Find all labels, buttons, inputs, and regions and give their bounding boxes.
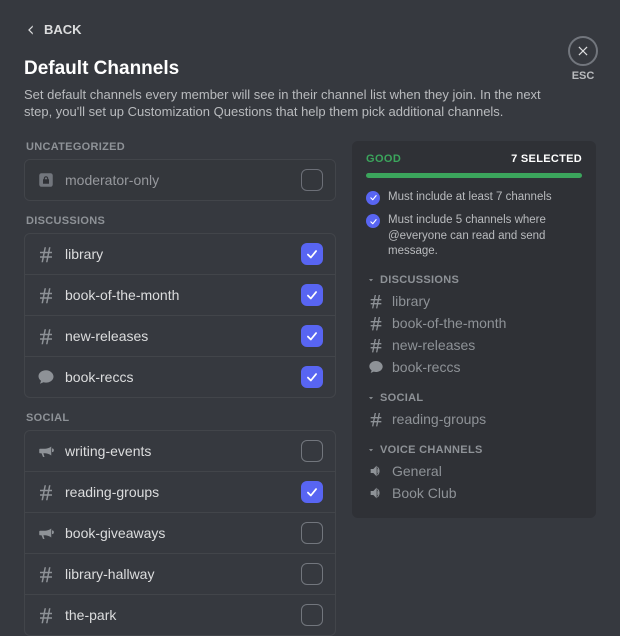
requirement-text: Must include 5 channels where @everyone … — [388, 213, 582, 260]
preview-item-book-of-the-month[interactable]: book-of-the-month — [366, 312, 582, 334]
preview-category-voice-channels[interactable]: VOICE CHANNELS — [366, 444, 582, 456]
hash-icon — [368, 411, 384, 427]
preview-item-label: book-reccs — [392, 359, 460, 375]
channel-row-book-reccs[interactable]: book-reccs — [25, 356, 335, 397]
preview-category-label: SOCIAL — [380, 392, 423, 404]
selected-count: 7 SELECTED — [511, 153, 582, 165]
requirement-item: Must include at least 7 channels — [366, 190, 582, 206]
hash-icon — [37, 565, 55, 583]
status-badge: GOOD — [366, 153, 401, 165]
channel-list: library book-of-the-month new-releases book… — [24, 233, 336, 398]
channel-name: book-of-the-month — [65, 287, 291, 303]
checkbox[interactable] — [301, 366, 323, 388]
lock-icon — [37, 171, 55, 189]
hash-icon — [37, 483, 55, 501]
arrow-left-icon — [24, 23, 38, 37]
back-label: BACK — [44, 22, 82, 37]
preview-item-label: reading-groups — [392, 411, 486, 427]
preview-item-library[interactable]: library — [366, 290, 582, 312]
check-circle-icon — [366, 191, 380, 205]
channel-row-library[interactable]: library — [25, 234, 335, 274]
chat-icon — [368, 359, 384, 375]
close-button[interactable] — [568, 36, 598, 66]
preview-item-label: new-releases — [392, 337, 475, 353]
category-label: UNCATEGORIZED — [26, 141, 336, 153]
hash-icon — [368, 337, 384, 353]
checkbox[interactable] — [301, 563, 323, 585]
channel-name: new-releases — [65, 328, 291, 344]
chevron-down-icon — [366, 393, 376, 403]
hash-icon — [37, 606, 55, 624]
checkbox[interactable] — [301, 284, 323, 306]
channel-name: moderator-only — [65, 172, 291, 188]
hash-icon — [368, 315, 384, 331]
summary-panel: GOOD 7 SELECTED Must include at least 7 … — [352, 141, 596, 518]
voice-icon — [368, 463, 384, 479]
channel-row-moderator-only[interactable]: moderator-only — [25, 160, 335, 200]
channel-name: the-park — [65, 607, 291, 623]
preview-item-general[interactable]: General — [366, 460, 582, 482]
checkbox[interactable] — [301, 325, 323, 347]
channel-list: writing-events reading-groups book-giveawa… — [24, 430, 336, 636]
checkbox[interactable] — [301, 440, 323, 462]
preview-item-label: Book Club — [392, 485, 457, 501]
esc-label: ESC — [572, 70, 595, 82]
preview-item-label: library — [392, 293, 430, 309]
channel-row-book-giveaways[interactable]: book-giveaways — [25, 512, 335, 553]
channel-row-writing-events[interactable]: writing-events — [25, 431, 335, 471]
chevron-down-icon — [366, 275, 376, 285]
preview-category-label: DISCUSSIONS — [380, 274, 459, 286]
hash-icon — [37, 245, 55, 263]
channel-name: writing-events — [65, 443, 291, 459]
channel-row-the-park[interactable]: the-park — [25, 594, 335, 635]
checkbox — [301, 169, 323, 191]
channel-name: book-giveaways — [65, 525, 291, 541]
preview-item-label: book-of-the-month — [392, 315, 506, 331]
page-description: Set default channels every member will s… — [24, 86, 544, 121]
checkbox[interactable] — [301, 604, 323, 626]
progress-fill — [366, 173, 582, 178]
hash-icon — [37, 327, 55, 345]
channel-name: library-hallway — [65, 566, 291, 582]
hash-icon — [368, 293, 384, 309]
channel-row-library-hallway[interactable]: library-hallway — [25, 553, 335, 594]
hash-icon — [37, 286, 55, 304]
channel-list: moderator-only — [24, 159, 336, 201]
category-label: SOCIAL — [26, 412, 336, 424]
category-label: DISCUSSIONS — [26, 215, 336, 227]
progress-bar — [366, 173, 582, 178]
channel-row-new-releases[interactable]: new-releases — [25, 315, 335, 356]
back-button[interactable]: BACK — [24, 22, 82, 37]
preview-item-new-releases[interactable]: new-releases — [366, 334, 582, 356]
voice-icon — [368, 485, 384, 501]
preview-category-discussions[interactable]: DISCUSSIONS — [366, 274, 582, 286]
checkbox[interactable] — [301, 243, 323, 265]
checkbox[interactable] — [301, 481, 323, 503]
preview-category-label: VOICE CHANNELS — [380, 444, 483, 456]
requirement-text: Must include at least 7 channels — [388, 190, 552, 206]
channel-row-book-of-the-month[interactable]: book-of-the-month — [25, 274, 335, 315]
preview-item-label: General — [392, 463, 442, 479]
preview-category-social[interactable]: SOCIAL — [366, 392, 582, 404]
megaphone-icon — [37, 524, 55, 542]
preview-item-book-club[interactable]: Book Club — [366, 482, 582, 504]
check-circle-icon — [366, 214, 380, 228]
channel-name: book-reccs — [65, 369, 291, 385]
chat-icon — [37, 368, 55, 386]
channel-row-reading-groups[interactable]: reading-groups — [25, 471, 335, 512]
megaphone-icon — [37, 442, 55, 460]
chevron-down-icon — [366, 445, 376, 455]
page-title: Default Channels — [24, 58, 596, 80]
channel-name: library — [65, 246, 291, 262]
close-icon — [576, 44, 590, 58]
checkbox[interactable] — [301, 522, 323, 544]
channel-name: reading-groups — [65, 484, 291, 500]
preview-item-book-reccs[interactable]: book-reccs — [366, 356, 582, 378]
preview-item-reading-groups[interactable]: reading-groups — [366, 408, 582, 430]
requirement-item: Must include 5 channels where @everyone … — [366, 213, 582, 260]
